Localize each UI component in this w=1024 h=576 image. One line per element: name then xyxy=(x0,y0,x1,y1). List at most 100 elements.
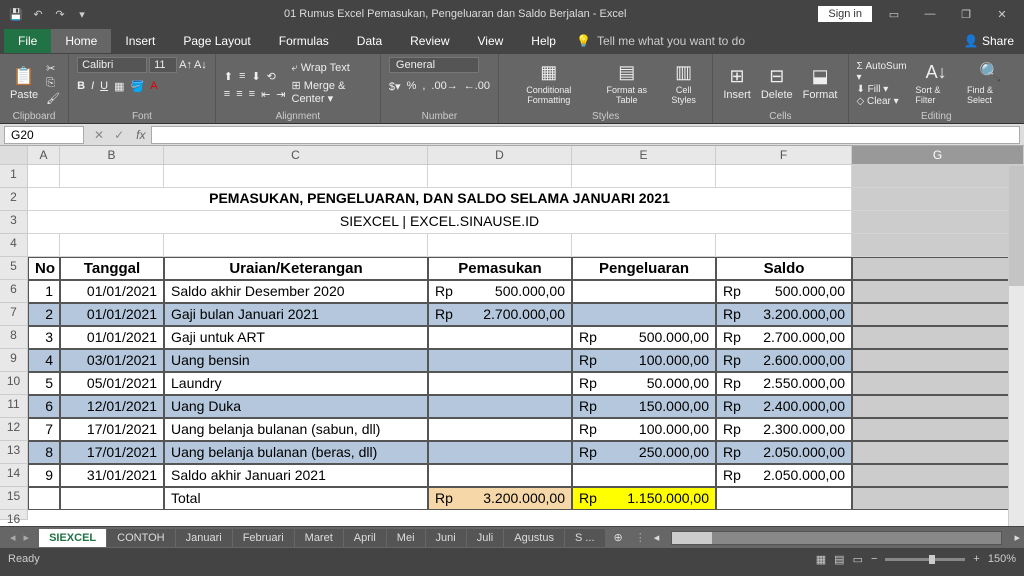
view-normal-icon[interactable]: ▦ xyxy=(816,553,826,566)
sheet-tab[interactable]: CONTOH xyxy=(107,529,175,547)
cell[interactable]: 6 xyxy=(28,395,60,418)
cell[interactable]: 4 xyxy=(28,349,60,372)
maximize-icon[interactable]: ❐ xyxy=(952,8,980,21)
cell[interactable] xyxy=(572,280,716,303)
sheet-tab[interactable]: SIEXCEL xyxy=(39,529,107,547)
cell[interactable]: 12/01/2021 xyxy=(60,395,164,418)
ribbon-display-icon[interactable]: ▭ xyxy=(880,8,908,21)
cell[interactable] xyxy=(428,418,572,441)
format-as-table-button[interactable]: ▤Format as Table xyxy=(597,60,658,107)
fill-color-icon[interactable]: 🪣 xyxy=(130,80,144,93)
cell[interactable]: 3 xyxy=(28,326,60,349)
font-name-select[interactable]: Calibri xyxy=(77,57,147,73)
new-sheet-icon[interactable]: ⊕ xyxy=(606,531,631,544)
format-painter-icon[interactable]: 🖌 xyxy=(46,92,60,105)
sheet-tab[interactable]: Maret xyxy=(295,529,344,547)
row-header[interactable]: 12 xyxy=(0,418,28,441)
cell[interactable] xyxy=(428,234,572,257)
spreadsheet-grid[interactable]: A B C D E F G 12PEMASUKAN, PENGELUARAN, … xyxy=(0,146,1024,526)
cell[interactable] xyxy=(852,165,1024,188)
grow-font-icon[interactable]: A↑ xyxy=(179,59,192,71)
sheet-tab[interactable]: S ... xyxy=(565,529,606,547)
cell[interactable] xyxy=(428,395,572,418)
cell[interactable] xyxy=(428,372,572,395)
tab-home[interactable]: Home xyxy=(51,29,111,53)
save-icon[interactable]: 💾 xyxy=(6,4,26,24)
cell[interactable]: Rp3.200.000,00 xyxy=(428,487,572,510)
cell[interactable]: Total xyxy=(164,487,428,510)
fill-button[interactable]: ⬇ Fill ▾ xyxy=(857,84,908,95)
sheet-tab[interactable]: Juli xyxy=(467,529,505,547)
cell[interactable]: Rp250.000,00 xyxy=(572,441,716,464)
tab-help[interactable]: Help xyxy=(517,29,570,53)
enter-formula-icon[interactable]: ✓ xyxy=(114,128,124,142)
cell[interactable] xyxy=(428,349,572,372)
title-cell[interactable]: PEMASUKAN, PENGELUARAN, DAN SALDO SELAMA… xyxy=(28,188,852,211)
cell[interactable] xyxy=(428,165,572,188)
cell[interactable]: Rp150.000,00 xyxy=(572,395,716,418)
shrink-font-icon[interactable]: A↓ xyxy=(194,59,207,71)
cell[interactable]: Saldo xyxy=(716,257,852,280)
row-header[interactable]: 16 xyxy=(0,510,28,520)
select-all-corner[interactable] xyxy=(0,146,28,164)
cell[interactable]: Rp2.400.000,00 xyxy=(716,395,852,418)
row-header[interactable]: 14 xyxy=(0,464,28,487)
row-header[interactable]: 7 xyxy=(0,303,28,326)
col-header[interactable]: B xyxy=(60,146,164,164)
tab-pagelayout[interactable]: Page Layout xyxy=(169,29,264,53)
cell[interactable] xyxy=(852,326,1024,349)
underline-button[interactable]: U xyxy=(100,80,108,93)
align-right-icon[interactable]: ≡ xyxy=(249,88,255,101)
cell[interactable]: No xyxy=(28,257,60,280)
row-header[interactable]: 6 xyxy=(0,280,28,303)
cell[interactable]: Pemasukan xyxy=(428,257,572,280)
format-cells-button[interactable]: ⬓Format xyxy=(801,64,840,103)
conditional-formatting-button[interactable]: ▦Conditional Formatting xyxy=(507,60,591,107)
cell[interactable]: Rp3.200.000,00 xyxy=(716,303,852,326)
cell[interactable]: 17/01/2021 xyxy=(60,418,164,441)
align-center-icon[interactable]: ≡ xyxy=(236,88,242,101)
cell[interactable] xyxy=(716,234,852,257)
cell[interactable]: Rp2.050.000,00 xyxy=(716,464,852,487)
close-icon[interactable]: ✕ xyxy=(988,8,1016,21)
vertical-scrollbar[interactable] xyxy=(1008,166,1024,526)
cell[interactable]: 05/01/2021 xyxy=(60,372,164,395)
cell[interactable]: 01/01/2021 xyxy=(60,280,164,303)
cell[interactable]: Uang Duka xyxy=(164,395,428,418)
cell[interactable]: 8 xyxy=(28,441,60,464)
cell[interactable]: 01/01/2021 xyxy=(60,303,164,326)
cell[interactable]: 2 xyxy=(28,303,60,326)
zoom-level[interactable]: 150% xyxy=(988,553,1016,565)
row-header[interactable]: 10 xyxy=(0,372,28,395)
dec-decimal-icon[interactable]: ←.00 xyxy=(464,80,490,93)
insert-cells-button[interactable]: ⊞Insert xyxy=(721,64,753,103)
indent-dec-icon[interactable]: ⇤ xyxy=(261,88,270,101)
cell[interactable] xyxy=(852,257,1024,280)
align-left-icon[interactable]: ≡ xyxy=(224,88,230,101)
zoom-slider[interactable] xyxy=(885,558,965,561)
tab-review[interactable]: Review xyxy=(396,29,463,53)
autosum-button[interactable]: Σ AutoSum ▾ xyxy=(857,61,908,83)
cell[interactable] xyxy=(716,487,852,510)
tab-data[interactable]: Data xyxy=(343,29,396,53)
sheet-tab[interactable]: Mei xyxy=(387,529,426,547)
sheet-tab[interactable]: April xyxy=(344,529,387,547)
cell[interactable]: Laundry xyxy=(164,372,428,395)
sheet-scroll-left-icon[interactable]: ◂ xyxy=(650,531,664,544)
number-format-select[interactable]: General xyxy=(389,57,479,73)
cell[interactable]: Rp2.700.000,00 xyxy=(428,303,572,326)
zoom-out-icon[interactable]: − xyxy=(871,553,877,565)
cell[interactable]: Rp2.050.000,00 xyxy=(716,441,852,464)
undo-icon[interactable]: ↶ xyxy=(28,4,48,24)
tab-insert[interactable]: Insert xyxy=(111,29,169,53)
row-header[interactable]: 2 xyxy=(0,188,28,211)
cell[interactable] xyxy=(852,303,1024,326)
cell[interactable] xyxy=(572,464,716,487)
cell[interactable]: Rp2.600.000,00 xyxy=(716,349,852,372)
cell[interactable]: Rp500.000,00 xyxy=(716,280,852,303)
font-color-icon[interactable]: A xyxy=(150,80,157,93)
cell[interactable]: Saldo akhir Januari 2021 xyxy=(164,464,428,487)
comma-icon[interactable]: , xyxy=(422,80,425,93)
sheet-tab[interactable]: Juni xyxy=(426,529,467,547)
cell[interactable]: Tanggal xyxy=(60,257,164,280)
